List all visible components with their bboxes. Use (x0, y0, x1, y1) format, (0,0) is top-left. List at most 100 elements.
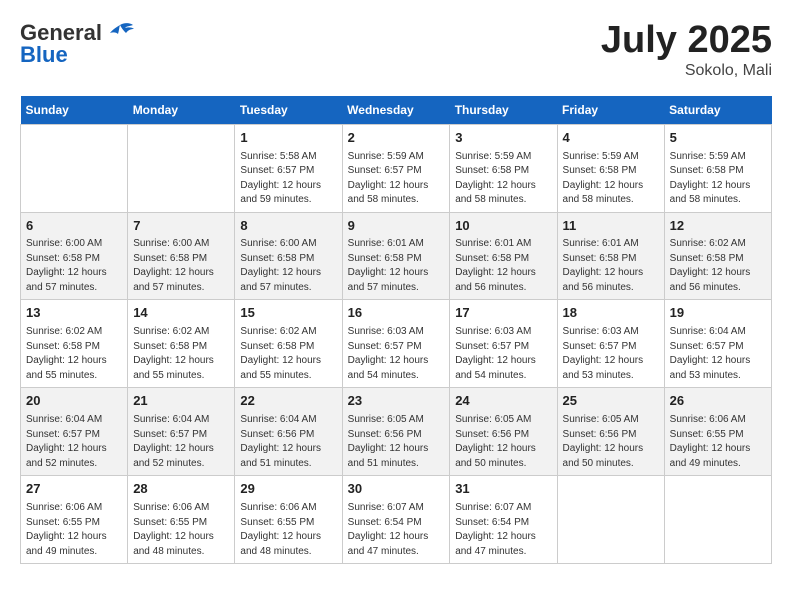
day-info: Sunrise: 6:05 AMSunset: 6:56 PMDaylight:… (563, 413, 659, 471)
day-number: 28 (133, 480, 229, 499)
weekday-header-thursday: Thursday (450, 96, 557, 125)
calendar-cell: 20 Sunrise: 6:04 AMSunset: 6:57 PMDayligh… (21, 388, 128, 476)
day-number: 20 (26, 392, 122, 411)
day-info: Sunrise: 6:02 AMSunset: 6:58 PMDaylight:… (670, 237, 766, 295)
day-info: Sunrise: 6:01 AMSunset: 6:58 PMDaylight:… (563, 237, 659, 295)
day-info: Sunrise: 6:07 AMSunset: 6:54 PMDaylight:… (348, 501, 445, 559)
day-info: Sunrise: 5:58 AMSunset: 6:57 PMDaylight:… (240, 150, 336, 208)
day-info: Sunrise: 6:05 AMSunset: 6:56 PMDaylight:… (455, 413, 551, 471)
weekday-header-saturday: Saturday (664, 96, 771, 125)
calendar-cell: 19Sunrise: 6:04 AMSunset: 6:57 PMDayligh… (664, 300, 771, 388)
calendar-cell: 22 Sunrise: 6:04 AMSunset: 6:56 PMDayligh… (235, 388, 342, 476)
day-info: Sunrise: 6:01 AMSunset: 6:58 PMDaylight:… (455, 237, 551, 295)
weekday-header-wednesday: Wednesday (342, 96, 450, 125)
week-row-5: 27 Sunrise: 6:06 AMSunset: 6:55 PMDayligh… (21, 476, 772, 564)
calendar-cell (557, 476, 664, 564)
calendar-cell: 31 Sunrise: 6:07 AMSunset: 6:54 PMDayligh… (450, 476, 557, 564)
weekday-header-sunday: Sunday (21, 96, 128, 125)
day-number: 16 (348, 304, 445, 323)
calendar-cell: 6Sunrise: 6:00 AMSunset: 6:58 PMDaylight… (21, 212, 128, 300)
day-info: Sunrise: 6:00 AMSunset: 6:58 PMDaylight:… (26, 237, 122, 295)
day-number: 8 (240, 217, 336, 236)
location-title: Sokolo, Mali (601, 62, 772, 80)
day-info: Sunrise: 6:01 AMSunset: 6:58 PMDaylight:… (348, 237, 445, 295)
day-number: 26 (670, 392, 766, 411)
title-section: July 2025 Sokolo, Mali (601, 20, 772, 80)
day-info: Sunrise: 6:00 AMSunset: 6:58 PMDaylight:… (240, 237, 336, 295)
calendar-cell: 12Sunrise: 6:02 AMSunset: 6:58 PMDayligh… (664, 212, 771, 300)
day-number: 25 (563, 392, 659, 411)
day-number: 27 (26, 480, 122, 499)
calendar-cell: 5Sunrise: 5:59 AMSunset: 6:58 PMDaylight… (664, 124, 771, 212)
day-info: Sunrise: 6:07 AMSunset: 6:54 PMDaylight:… (455, 501, 551, 559)
weekday-header-friday: Friday (557, 96, 664, 125)
calendar-cell: 30Sunrise: 6:07 AMSunset: 6:54 PMDayligh… (342, 476, 450, 564)
day-info: Sunrise: 6:02 AMSunset: 6:58 PMDaylight:… (26, 325, 122, 383)
day-info: Sunrise: 6:04 AMSunset: 6:57 PMDaylight:… (133, 413, 229, 471)
calendar-cell: 15Sunrise: 6:02 AMSunset: 6:58 PMDayligh… (235, 300, 342, 388)
calendar-cell: 17 Sunrise: 6:03 AMSunset: 6:57 PMDayligh… (450, 300, 557, 388)
day-number: 19 (670, 304, 766, 323)
logo: General Blue (20, 20, 135, 68)
day-info: Sunrise: 6:03 AMSunset: 6:57 PMDaylight:… (455, 325, 551, 383)
calendar-cell: 8Sunrise: 6:00 AMSunset: 6:58 PMDaylight… (235, 212, 342, 300)
day-number: 14 (133, 304, 229, 323)
day-number: 24 (455, 392, 551, 411)
calendar-cell: 28 Sunrise: 6:06 AMSunset: 6:55 PMDayligh… (128, 476, 235, 564)
day-number: 18 (563, 304, 659, 323)
day-number: 6 (26, 217, 122, 236)
calendar-cell: 2Sunrise: 5:59 AMSunset: 6:57 PMDaylight… (342, 124, 450, 212)
day-number: 22 (240, 392, 336, 411)
day-number: 2 (348, 129, 445, 148)
calendar-cell: 24 Sunrise: 6:05 AMSunset: 6:56 PMDayligh… (450, 388, 557, 476)
weekday-header-row: SundayMondayTuesdayWednesdayThursdayFrid… (21, 96, 772, 125)
day-number: 29 (240, 480, 336, 499)
day-info: Sunrise: 6:02 AMSunset: 6:58 PMDaylight:… (240, 325, 336, 383)
calendar-cell: 13 Sunrise: 6:02 AMSunset: 6:58 PMDayligh… (21, 300, 128, 388)
day-number: 31 (455, 480, 551, 499)
calendar-cell: 25 Sunrise: 6:05 AMSunset: 6:56 PMDayligh… (557, 388, 664, 476)
day-number: 10 (455, 217, 551, 236)
day-info: Sunrise: 6:03 AMSunset: 6:57 PMDaylight:… (563, 325, 659, 383)
calendar-cell: 16Sunrise: 6:03 AMSunset: 6:57 PMDayligh… (342, 300, 450, 388)
day-info: Sunrise: 5:59 AMSunset: 6:58 PMDaylight:… (563, 150, 659, 208)
calendar-cell (128, 124, 235, 212)
month-title: July 2025 (601, 20, 772, 62)
calendar-cell: 9Sunrise: 6:01 AMSunset: 6:58 PMDaylight… (342, 212, 450, 300)
day-number: 3 (455, 129, 551, 148)
day-number: 21 (133, 392, 229, 411)
week-row-1: 1 Sunrise: 5:58 AMSunset: 6:57 PMDaylight… (21, 124, 772, 212)
day-number: 11 (563, 217, 659, 236)
day-number: 5 (670, 129, 766, 148)
day-number: 7 (133, 217, 229, 236)
calendar-cell: 18 Sunrise: 6:03 AMSunset: 6:57 PMDayligh… (557, 300, 664, 388)
day-number: 9 (348, 217, 445, 236)
day-info: Sunrise: 6:06 AMSunset: 6:55 PMDaylight:… (240, 501, 336, 559)
day-info: Sunrise: 6:06 AMSunset: 6:55 PMDaylight:… (670, 413, 766, 471)
week-row-2: 6Sunrise: 6:00 AMSunset: 6:58 PMDaylight… (21, 212, 772, 300)
day-info: Sunrise: 6:04 AMSunset: 6:57 PMDaylight:… (26, 413, 122, 471)
calendar-cell: 21 Sunrise: 6:04 AMSunset: 6:57 PMDayligh… (128, 388, 235, 476)
day-number: 13 (26, 304, 122, 323)
calendar-table: SundayMondayTuesdayWednesdayThursdayFrid… (20, 96, 772, 564)
calendar-cell: 1 Sunrise: 5:58 AMSunset: 6:57 PMDaylight… (235, 124, 342, 212)
day-info: Sunrise: 6:04 AMSunset: 6:56 PMDaylight:… (240, 413, 336, 471)
calendar-cell: 29 Sunrise: 6:06 AMSunset: 6:55 PMDayligh… (235, 476, 342, 564)
weekday-header-tuesday: Tuesday (235, 96, 342, 125)
logo-bird-icon (105, 21, 135, 45)
calendar-cell: 10Sunrise: 6:01 AMSunset: 6:58 PMDayligh… (450, 212, 557, 300)
week-row-4: 20 Sunrise: 6:04 AMSunset: 6:57 PMDayligh… (21, 388, 772, 476)
week-row-3: 13 Sunrise: 6:02 AMSunset: 6:58 PMDayligh… (21, 300, 772, 388)
day-number: 12 (670, 217, 766, 236)
day-number: 4 (563, 129, 659, 148)
day-info: Sunrise: 6:06 AMSunset: 6:55 PMDaylight:… (133, 501, 229, 559)
calendar-cell: 7Sunrise: 6:00 AMSunset: 6:58 PMDaylight… (128, 212, 235, 300)
calendar-cell: 3Sunrise: 5:59 AMSunset: 6:58 PMDaylight… (450, 124, 557, 212)
calendar-cell (21, 124, 128, 212)
day-info: Sunrise: 6:06 AMSunset: 6:55 PMDaylight:… (26, 501, 122, 559)
day-number: 1 (240, 129, 336, 148)
calendar-cell (664, 476, 771, 564)
day-info: Sunrise: 6:00 AMSunset: 6:58 PMDaylight:… (133, 237, 229, 295)
day-number: 17 (455, 304, 551, 323)
day-info: Sunrise: 6:02 AMSunset: 6:58 PMDaylight:… (133, 325, 229, 383)
